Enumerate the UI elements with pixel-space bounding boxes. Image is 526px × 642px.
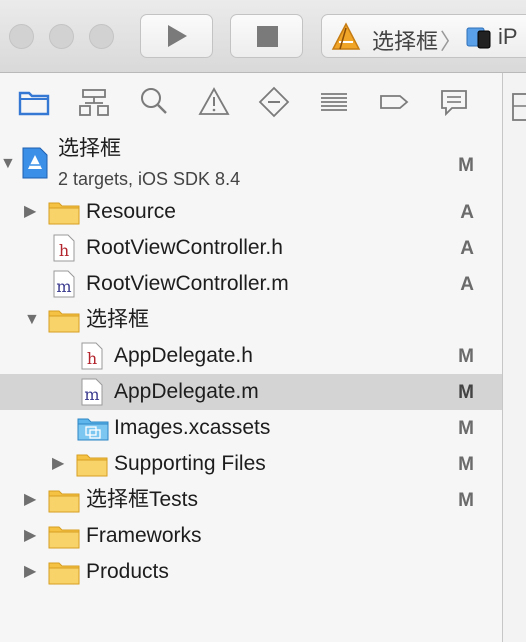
report-navigator-tab[interactable] bbox=[437, 85, 471, 119]
header-file-icon: h bbox=[53, 234, 75, 262]
close-window-button[interactable] bbox=[9, 24, 34, 49]
xcode-project-icon bbox=[22, 147, 48, 179]
folder-icon bbox=[48, 310, 80, 333]
scheme-separator: 〉 bbox=[440, 29, 463, 54]
tree-row-appdelegate-h[interactable]: h AppDelegate.h M bbox=[0, 338, 502, 374]
project-navigator-tree: ▼ 选择框 2 targets, iOS SDK 8.4 M ▶ Resourc… bbox=[0, 131, 502, 642]
tree-item-label: 选择框 bbox=[86, 308, 149, 331]
tree-item-label: AppDelegate.h bbox=[114, 344, 253, 367]
find-navigator-tab[interactable] bbox=[137, 85, 171, 119]
tree-row-rootviewcontroller-h[interactable]: h RootViewController.h A bbox=[0, 230, 502, 266]
tree-item-label: Products bbox=[86, 560, 169, 583]
tree-item-label: AppDelegate.m bbox=[114, 380, 259, 403]
tree-row-products[interactable]: ▶ Products bbox=[0, 554, 502, 590]
tree-item-label: Frameworks bbox=[86, 524, 202, 547]
status-badge: A bbox=[460, 202, 474, 223]
tree-item-label: Resource bbox=[86, 200, 176, 223]
zoom-window-button[interactable] bbox=[89, 24, 114, 49]
editor-area-edge bbox=[503, 73, 526, 642]
folder-icon bbox=[48, 490, 80, 513]
tree-row-appdelegate-m[interactable]: m AppDelegate.m M bbox=[0, 374, 502, 410]
tree-item-label: 选择框Tests bbox=[86, 488, 199, 511]
run-button[interactable] bbox=[140, 14, 213, 58]
status-badge: M bbox=[458, 418, 474, 439]
app-scheme-icon bbox=[331, 22, 361, 50]
folder-icon bbox=[48, 526, 80, 549]
folder-icon bbox=[48, 562, 80, 585]
svg-text:h: h bbox=[87, 349, 97, 368]
project-row[interactable]: ▼ 选择框 2 targets, iOS SDK 8.4 M bbox=[0, 133, 502, 193]
disclosure-triangle-icon[interactable]: ▼ bbox=[24, 311, 40, 329]
test-icon bbox=[258, 86, 290, 118]
tree-item-label: Supporting Files bbox=[114, 452, 266, 475]
disclosure-triangle-icon[interactable]: ▶ bbox=[52, 455, 64, 473]
svg-text:h: h bbox=[59, 241, 69, 260]
asset-catalog-icon bbox=[77, 418, 109, 441]
status-badge: M bbox=[458, 382, 474, 403]
tree-row-rootviewcontroller-m[interactable]: m RootViewController.m A bbox=[0, 266, 502, 302]
breakpoint-navigator-tab[interactable] bbox=[377, 85, 411, 119]
svg-text:m: m bbox=[84, 385, 99, 404]
status-badge: M bbox=[458, 346, 474, 367]
objc-file-icon: m bbox=[53, 270, 75, 298]
device-name: iP bbox=[498, 24, 518, 49]
debug-navigator-tab[interactable] bbox=[317, 85, 351, 119]
project-navigator-tab[interactable] bbox=[17, 85, 51, 119]
tree-row-group-main[interactable]: ▼ 选择框 bbox=[0, 302, 502, 338]
stop-button[interactable] bbox=[230, 14, 303, 58]
disclosure-triangle-icon[interactable]: ▶ bbox=[24, 203, 36, 221]
symbol-navigator-tab[interactable] bbox=[77, 85, 111, 119]
play-icon bbox=[168, 25, 187, 47]
disclosure-triangle-icon[interactable]: ▼ bbox=[0, 155, 16, 173]
minimize-window-button[interactable] bbox=[49, 24, 74, 49]
svg-text:m: m bbox=[56, 277, 71, 296]
tree-row-frameworks[interactable]: ▶ Frameworks bbox=[0, 518, 502, 554]
stop-icon bbox=[257, 26, 278, 47]
report-icon bbox=[441, 90, 467, 117]
header-file-icon: h bbox=[81, 342, 103, 370]
device-icon bbox=[466, 27, 491, 49]
disclosure-triangle-icon[interactable]: ▶ bbox=[24, 491, 36, 509]
objc-file-icon: m bbox=[81, 378, 103, 406]
project-name: 选择框 bbox=[58, 137, 121, 160]
folder-icon bbox=[48, 202, 80, 225]
disclosure-triangle-icon[interactable]: ▶ bbox=[24, 527, 36, 545]
navigator-tab-bar bbox=[0, 73, 502, 132]
status-badge: M bbox=[458, 454, 474, 475]
search-icon bbox=[141, 88, 167, 114]
toolbar: 选择框 〉 iP bbox=[0, 0, 526, 73]
breakpoint-icon bbox=[380, 95, 409, 109]
test-navigator-tab[interactable] bbox=[257, 85, 291, 119]
status-badge: M bbox=[458, 155, 474, 176]
project-subtitle: 2 targets, iOS SDK 8.4 bbox=[58, 169, 241, 189]
status-badge: M bbox=[458, 490, 474, 511]
issue-navigator-tab[interactable] bbox=[197, 85, 231, 119]
warning-icon bbox=[198, 87, 230, 115]
tree-item-label: RootViewController.m bbox=[86, 272, 289, 295]
disclosure-triangle-icon[interactable]: ▶ bbox=[24, 563, 36, 581]
scheme-name: 选择框 bbox=[372, 29, 439, 54]
status-badge: A bbox=[460, 238, 474, 259]
folder-icon bbox=[76, 454, 108, 477]
status-badge: A bbox=[460, 274, 474, 295]
debug-icon bbox=[321, 93, 347, 111]
folder-icon bbox=[18, 91, 50, 116]
hierarchy-icon bbox=[79, 89, 109, 116]
tree-row-resource[interactable]: ▶ Resource A bbox=[0, 194, 502, 230]
tree-row-images-xcassets[interactable]: Images.xcassets M bbox=[0, 410, 502, 446]
tree-row-tests[interactable]: ▶ 选择框Tests M bbox=[0, 482, 502, 518]
tree-item-label: Images.xcassets bbox=[114, 416, 271, 439]
tree-row-supporting-files[interactable]: ▶ Supporting Files M bbox=[0, 446, 502, 482]
tree-item-label: RootViewController.h bbox=[86, 236, 283, 259]
editor-layout-icon bbox=[512, 93, 526, 121]
scheme-selector[interactable]: 选择框 〉 iP bbox=[321, 14, 526, 58]
